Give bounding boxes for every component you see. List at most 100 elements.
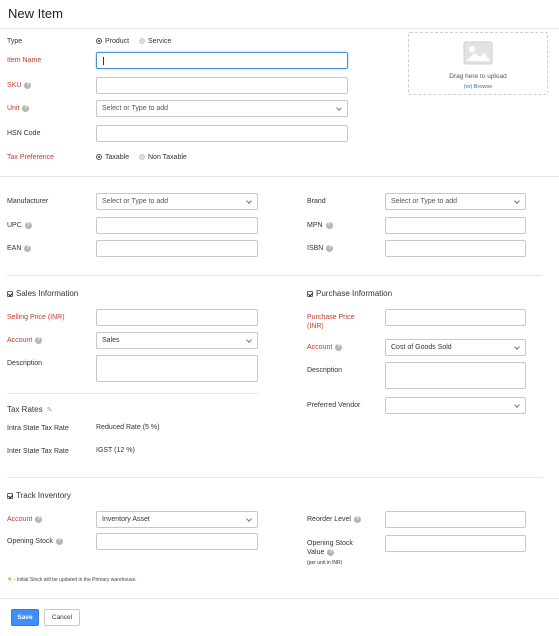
type-product-radio[interactable]: Product (96, 37, 129, 46)
opening-stock-value-input[interactable] (385, 535, 526, 552)
browse-link[interactable]: (or) Browse (409, 84, 547, 90)
help-icon[interactable]: ? (326, 244, 334, 252)
cancel-button[interactable]: Cancel (44, 609, 80, 626)
intra-tax-label: Intra State Tax Rate (7, 425, 69, 432)
section-divider (0, 176, 559, 177)
inter-tax-value: IGST (12 %) (96, 447, 135, 454)
tax-non-taxable-radio[interactable]: Non Taxable (139, 153, 187, 162)
help-icon[interactable]: ? (55, 537, 63, 545)
sku-input[interactable] (96, 77, 348, 94)
star-icon: ★ (7, 577, 13, 583)
unit-label: Unit? (7, 104, 30, 113)
selling-price-label: Selling Price (INR) (7, 314, 65, 321)
track-inventory-toggle[interactable]: Track Inventory (7, 491, 71, 500)
page-title: New Item (8, 6, 63, 21)
purchase-description-label: Description (307, 367, 343, 374)
help-icon[interactable]: ? (353, 515, 361, 523)
help-icon[interactable]: ? (327, 548, 335, 556)
purchase-info-heading: Purchase Information (316, 289, 393, 298)
purchase-info-toggle[interactable]: Purchase Information (307, 289, 392, 298)
inventory-account-label: Account? (7, 515, 43, 524)
brand-placeholder: Select or Type to add (391, 198, 458, 205)
isbn-label-text: ISBN (307, 245, 324, 252)
type-label: Type (7, 38, 23, 45)
radio-icon (96, 154, 102, 161)
chevron-down-icon (246, 516, 252, 522)
isbn-label: ISBN? (307, 244, 334, 253)
sku-label: SKU? (7, 81, 32, 90)
chevron-down-icon (246, 337, 252, 343)
sales-info-toggle[interactable]: Sales Information (7, 289, 78, 298)
save-button[interactable]: Save (11, 609, 39, 626)
image-upload-dropzone[interactable]: Drag here to upload (or) Browse (408, 32, 548, 95)
upc-label: UPC? (7, 221, 32, 230)
upc-input[interactable] (96, 217, 258, 234)
mpn-input[interactable] (385, 217, 526, 234)
opening-stock-input[interactable] (96, 533, 258, 550)
unit-placeholder: Select or Type to add (102, 105, 169, 112)
radio-icon (96, 38, 102, 45)
help-icon[interactable]: ? (35, 515, 43, 523)
manufacturer-label: Manufacturer (7, 198, 49, 205)
intra-tax-value: Reduced Rate (5 %) (96, 424, 160, 431)
checkbox-icon (7, 492, 13, 499)
opening-stock-label-text: Opening Stock (7, 538, 53, 545)
ean-label-text: EAN (7, 245, 22, 252)
ean-input[interactable] (96, 240, 258, 257)
isbn-input[interactable] (385, 240, 526, 257)
manufacturer-placeholder: Select or Type to add (102, 198, 169, 205)
opening-stock-value-label-text: Value (307, 549, 325, 556)
radio-icon (139, 38, 145, 45)
help-icon[interactable]: ? (35, 336, 43, 344)
inventory-account-label-text: Account (7, 516, 33, 523)
purchase-description-textarea[interactable] (385, 362, 526, 389)
help-icon[interactable]: ? (335, 343, 343, 351)
reorder-level-label: Reorder Level? (307, 515, 361, 524)
sales-account-select[interactable]: Sales (96, 332, 258, 349)
chevron-down-icon (514, 344, 520, 350)
reorder-level-label-text: Reorder Level (307, 516, 351, 523)
footer-divider (0, 598, 559, 599)
hsn-input[interactable] (96, 125, 348, 142)
radio-icon (139, 154, 145, 161)
purchase-price-label: Purchase Price (307, 314, 355, 321)
purchase-price-currency-label: (INR) (307, 323, 324, 330)
tax-taxable-radio[interactable]: Taxable (96, 153, 129, 162)
manufacturer-select[interactable]: Select or Type to add (96, 193, 258, 210)
item-name-label: Item Name (7, 57, 42, 64)
inventory-account-select[interactable]: Inventory Asset (96, 511, 258, 528)
chevron-down-icon (336, 105, 342, 111)
warehouse-note-text: - Initial Stock will be updated in the P… (13, 577, 137, 583)
unit-select[interactable]: Select or Type to add (96, 100, 348, 117)
chevron-down-icon (514, 198, 520, 204)
purchase-account-select[interactable]: Cost of Goods Sold (385, 339, 526, 356)
section-divider (7, 275, 542, 276)
help-icon[interactable]: ? (24, 221, 32, 229)
selling-price-input[interactable] (96, 309, 258, 326)
sales-info-heading: Sales Information (16, 289, 79, 298)
pencil-icon[interactable]: ✎ (47, 406, 53, 414)
hsn-label: HSN Code (7, 130, 41, 137)
upc-label-text: UPC (7, 222, 22, 229)
preferred-vendor-select[interactable] (385, 397, 526, 414)
help-icon[interactable]: ? (22, 104, 30, 112)
opening-stock-value-label-2: Value? (307, 548, 335, 557)
section-divider (7, 393, 258, 394)
reorder-level-input[interactable] (385, 511, 526, 528)
checkbox-icon (7, 290, 13, 297)
help-icon[interactable]: ? (24, 244, 32, 252)
sales-description-textarea[interactable] (96, 355, 258, 382)
ean-label: EAN? (7, 244, 32, 253)
section-divider (7, 477, 542, 478)
purchase-price-input[interactable] (385, 309, 526, 326)
brand-select[interactable]: Select or Type to add (385, 193, 526, 210)
purchase-account-label-text: Account (307, 344, 333, 351)
purchase-account-value: Cost of Goods Sold (391, 344, 452, 351)
preferred-vendor-label: Preferred Vendor (307, 402, 361, 409)
item-name-input[interactable] (96, 52, 348, 69)
help-icon[interactable]: ? (325, 221, 333, 229)
mpn-label-text: MPN (307, 222, 323, 229)
type-service-radio[interactable]: Service (139, 37, 171, 46)
checkbox-icon (307, 290, 313, 297)
help-icon[interactable]: ? (24, 81, 32, 89)
